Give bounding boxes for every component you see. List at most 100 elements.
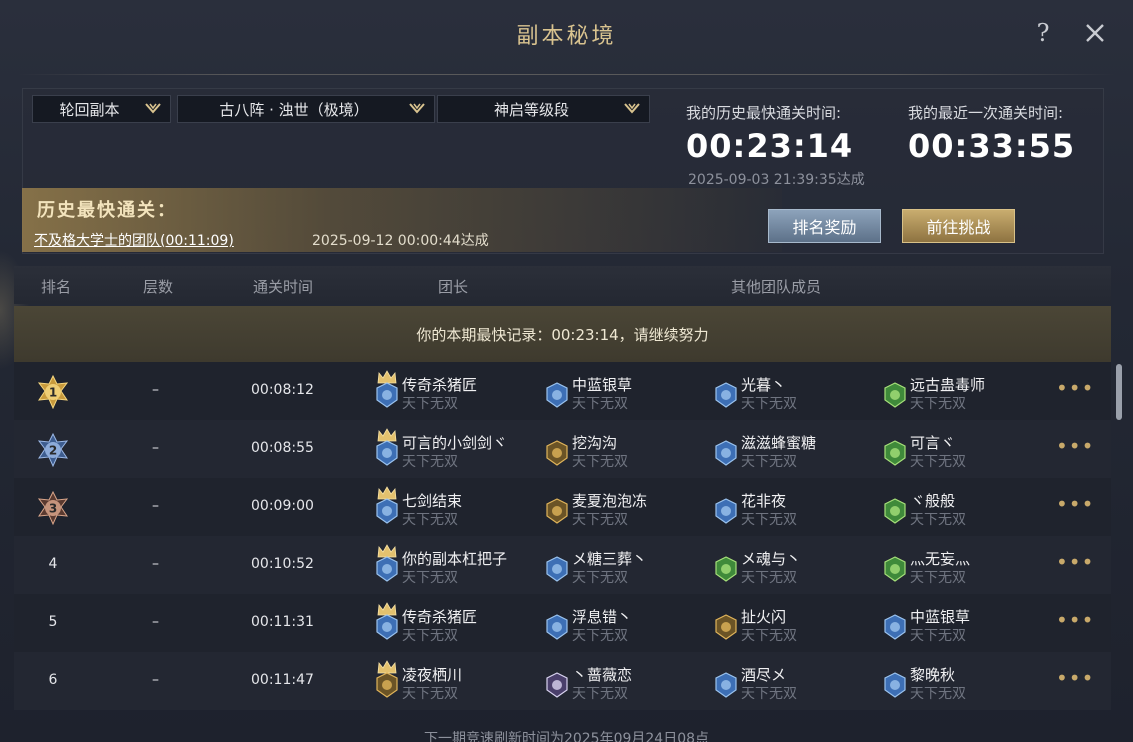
- member-title: 天下无双: [402, 686, 458, 702]
- member-title: 天下无双: [741, 686, 797, 702]
- team-leader[interactable]: 传奇杀猪匠 天下无双: [375, 370, 545, 414]
- team-leader[interactable]: 传奇杀猪匠 天下无双: [375, 602, 545, 646]
- table-row[interactable]: 1–00:08:12 传奇杀猪匠 天下无双 中蓝银草 天下无双 光暮丶 天下无双 远古蛊毒师天…: [14, 362, 1111, 420]
- scrollbar-thumb[interactable]: [1116, 364, 1122, 420]
- team-leader[interactable]: 七剑结束 天下无双: [375, 486, 545, 530]
- table-row[interactable]: 2–00:08:55 可言的小剑剑ヾ 天下无双 挖沟沟 天下无双 滋滋蜂蜜糖 天下无双 可言ヾ…: [14, 420, 1111, 478]
- member-title: 天下无双: [402, 628, 458, 644]
- member-name: 中蓝银草: [910, 608, 971, 626]
- member-name: 可言的小剑剑ヾ: [402, 434, 508, 452]
- member-name: 黎晚秋: [910, 666, 956, 684]
- table-row[interactable]: 5–00:11:31 传奇杀猪匠 天下无双 浮息错丶 天下无双 扯火闪 天下无双 中蓝银草 天下…: [14, 594, 1111, 652]
- best-time-value: 00:23:14: [686, 127, 854, 165]
- member-title: 天下无双: [572, 628, 628, 644]
- go-challenge-button[interactable]: 前往挑战: [902, 209, 1015, 243]
- member-title: 天下无双: [572, 570, 628, 586]
- class-emblem-icon: [376, 382, 398, 408]
- class-emblem-icon: [715, 556, 737, 582]
- rank-number: 5: [48, 614, 58, 630]
- team-member[interactable]: メ魂与丶 天下无双: [714, 544, 884, 588]
- member-name: 中蓝银草: [572, 376, 633, 394]
- team-leader[interactable]: 凌夜栖川 天下无双: [375, 660, 545, 704]
- team-member[interactable]: 丶蔷薇恋 天下无双: [545, 660, 715, 704]
- clear-time-value: 00:08:12: [251, 382, 314, 398]
- dropdown-label: 神启等级段: [493, 100, 569, 119]
- chevron-down-icon: [145, 103, 161, 114]
- help-button[interactable]: ?: [1026, 16, 1060, 50]
- best-time-label: 我的历史最快通关时间:: [686, 104, 842, 122]
- close-button[interactable]: [1078, 16, 1112, 50]
- team-member[interactable]: 光暮丶 天下无双: [714, 370, 884, 414]
- more-options-icon[interactable]: •••: [1056, 608, 1094, 632]
- class-emblem-icon: [376, 498, 398, 524]
- level-tier-dropdown[interactable]: 神启等级段: [437, 95, 650, 123]
- table-row[interactable]: 4–00:10:52 你的副本杠把子 天下无双 メ糖三葬丶 天下无双 メ魂与丶 天下无双 灬无…: [14, 536, 1111, 594]
- member-name: 滋滋蜂蜜糖: [741, 434, 817, 452]
- more-options-icon[interactable]: •••: [1056, 666, 1094, 690]
- floor-value: –: [152, 498, 159, 514]
- floor-value: –: [152, 382, 159, 398]
- rank-medal-icon: 2: [36, 432, 70, 468]
- clear-time-value: 00:08:55: [251, 440, 314, 456]
- team-member[interactable]: 酒尽メ 天下无双: [714, 660, 884, 704]
- class-emblem-icon: [546, 614, 568, 640]
- floor-value: –: [152, 672, 159, 688]
- member-name: 可言ヾ: [910, 434, 956, 452]
- team-member[interactable]: ヾ般般 天下无双: [883, 486, 1053, 530]
- member-title: 天下无双: [741, 570, 797, 586]
- member-title: 天下无双: [910, 512, 966, 528]
- class-emblem-icon: [376, 440, 398, 466]
- team-member[interactable]: 浮息错丶 天下无双: [545, 602, 715, 646]
- clear-time-value: 00:11:31: [251, 614, 314, 630]
- class-emblem-icon: [546, 556, 568, 582]
- table-row[interactable]: 6–00:11:47 凌夜栖川 天下无双 丶蔷薇恋 天下无双 酒尽メ 天下无双 黎晚秋 天下无双…: [14, 652, 1111, 710]
- class-emblem-icon: [376, 672, 398, 698]
- team-member[interactable]: メ糖三葬丶 天下无双: [545, 544, 715, 588]
- team-leader[interactable]: 你的副本杠把子 天下无双: [375, 544, 545, 588]
- clear-time-value: 00:10:52: [251, 556, 314, 572]
- more-options-icon[interactable]: •••: [1056, 492, 1094, 516]
- rank-medal-icon: 1: [36, 374, 70, 410]
- class-emblem-icon: [546, 382, 568, 408]
- more-options-icon[interactable]: •••: [1056, 434, 1094, 458]
- header-rank: 排名: [41, 278, 72, 296]
- member-name: 灬无妄灬: [910, 550, 971, 568]
- ranking-list[interactable]: 1–00:08:12 传奇杀猪匠 天下无双 中蓝银草 天下无双 光暮丶 天下无双 远古蛊毒师天…: [14, 362, 1111, 710]
- member-name: ヾ般般: [910, 492, 956, 510]
- team-member[interactable]: 可言ヾ 天下无双: [883, 428, 1053, 472]
- team-member[interactable]: 挖沟沟 天下无双: [545, 428, 715, 472]
- member-name: 凌夜栖川: [402, 666, 463, 684]
- team-member[interactable]: 麦夏泡泡冻 天下无双: [545, 486, 715, 530]
- member-name: 你的副本杠把子: [402, 550, 508, 568]
- team-member[interactable]: 中蓝银草 天下无双: [883, 602, 1053, 646]
- table-row[interactable]: 3–00:09:00 七剑结束 天下无双 麦夏泡泡冻 天下无双 花非夜 天下无双 ヾ般般 天下无…: [14, 478, 1111, 536]
- member-title: 天下无双: [741, 396, 797, 412]
- team-member[interactable]: 黎晚秋 天下无双: [883, 660, 1053, 704]
- dungeon-type-dropdown[interactable]: 轮回副本: [32, 95, 171, 123]
- class-emblem-icon: [884, 614, 906, 640]
- rank-reward-button[interactable]: 排名奖励: [768, 209, 881, 243]
- team-member[interactable]: 远古蛊毒师 天下无双: [883, 370, 1053, 414]
- rank-number: 6: [48, 672, 58, 688]
- class-emblem-icon: [715, 498, 737, 524]
- rank-medal-icon: 3: [36, 490, 70, 526]
- class-emblem-icon: [884, 556, 906, 582]
- team-member[interactable]: 灬无妄灬 天下无双: [883, 544, 1053, 588]
- member-name: 七剑结束: [402, 492, 463, 510]
- member-title: 天下无双: [572, 396, 628, 412]
- more-options-icon[interactable]: •••: [1056, 550, 1094, 574]
- team-member[interactable]: 花非夜 天下无双: [714, 486, 884, 530]
- team-member[interactable]: 中蓝银草 天下无双: [545, 370, 715, 414]
- dungeon-name-dropdown[interactable]: 古八阵 · 浊世（极境）: [177, 95, 435, 123]
- fastest-team-link[interactable]: 不及格大学士的团队(00:11:09): [34, 230, 234, 250]
- team-leader[interactable]: 可言的小剑剑ヾ 天下无双: [375, 428, 545, 472]
- more-options-icon[interactable]: •••: [1056, 376, 1094, 400]
- chevron-down-icon: [624, 103, 640, 114]
- team-member[interactable]: 扯火闪 天下无双: [714, 602, 884, 646]
- refresh-notice: 下一期竞速刷新时间为2025年09月24日08点: [423, 731, 710, 742]
- class-emblem-icon: [715, 382, 737, 408]
- team-member[interactable]: 滋滋蜂蜜糖 天下无双: [714, 428, 884, 472]
- clear-time-value: 00:11:47: [251, 672, 314, 688]
- member-title: 天下无双: [402, 454, 458, 470]
- last-time-label: 我的最近一次通关时间:: [908, 104, 1064, 122]
